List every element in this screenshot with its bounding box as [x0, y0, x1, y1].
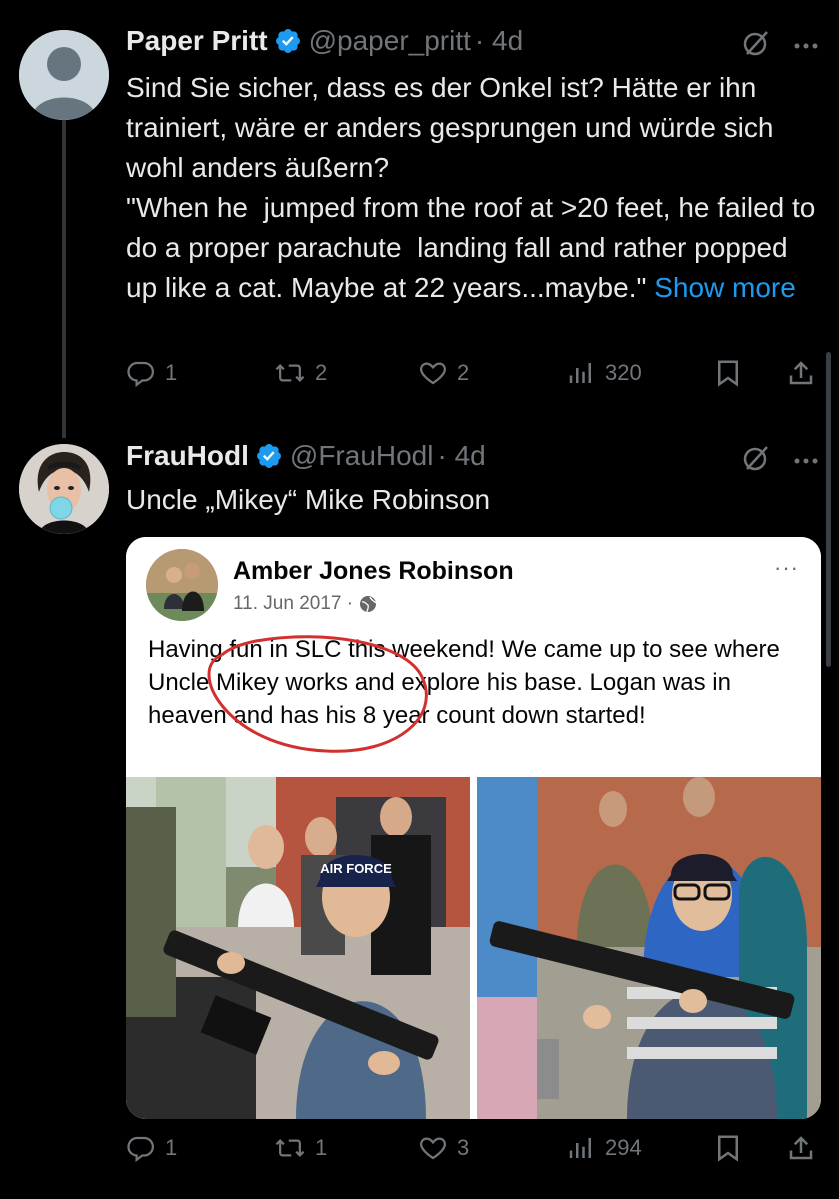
timestamp[interactable]: · 4d	[475, 25, 523, 57]
like-count: 3	[457, 1135, 470, 1160]
bookmark-icon	[718, 360, 738, 387]
tweet-actions: 1 1 3 294	[126, 1133, 816, 1173]
share-icon	[789, 1136, 813, 1160]
facebook-more-icon: ···	[774, 555, 799, 580]
tweet-text: Uncle „Mikey“ Mike Robinson	[126, 484, 491, 515]
repost-icon	[275, 1139, 305, 1157]
like-count: 2	[457, 360, 470, 385]
share-button[interactable]	[786, 358, 816, 388]
tweet-text: Sind Sie sicher, dass es der Onkel ist? …	[126, 68, 816, 308]
tweet-header: Paper Pritt @paper_pritt · 4d	[126, 25, 523, 57]
tweet-actions: 1 2 2 320	[126, 358, 816, 398]
facebook-avatar	[146, 549, 218, 621]
scrollbar[interactable]	[826, 352, 831, 667]
timestamp[interactable]: · 4d	[437, 440, 485, 472]
handle[interactable]: @FrauHodl	[290, 440, 434, 472]
reply-count: 1	[165, 1135, 178, 1160]
verified-badge-icon[interactable]	[274, 27, 302, 55]
show-more-link[interactable]: Show more	[654, 272, 796, 303]
facebook-post-text: Having fun in SLC this weekend! We came …	[148, 636, 780, 729]
grok-icon[interactable]	[741, 443, 771, 478]
repost-count: 1	[315, 1135, 328, 1160]
tweet-top-icons	[741, 443, 819, 478]
like-icon	[420, 362, 446, 385]
cap-text: AIR FORCE	[320, 861, 392, 876]
reply-button[interactable]: 1	[126, 1133, 177, 1163]
views-icon	[569, 363, 591, 383]
like-button[interactable]: 3	[418, 1133, 469, 1163]
avatar[interactable]	[19, 444, 109, 534]
repost-count: 2	[315, 360, 328, 385]
repost-button[interactable]: 2	[274, 358, 327, 388]
bookmark-button[interactable]	[714, 358, 742, 388]
repost-button[interactable]: 1	[274, 1133, 327, 1163]
verified-badge-icon[interactable]	[255, 442, 283, 470]
like-button[interactable]: 2	[418, 358, 469, 388]
reply-count: 1	[165, 360, 178, 385]
globe-icon	[360, 596, 377, 613]
attached-image[interactable]: Amber Jones Robinson 11. Jun 2017 · ··· …	[126, 537, 821, 1119]
views-count: 294	[605, 1135, 642, 1160]
more-icon[interactable]	[793, 452, 819, 470]
reply-icon	[127, 1136, 155, 1163]
reply-icon	[127, 361, 155, 388]
views-button[interactable]: 320	[566, 358, 642, 388]
views-button[interactable]: 294	[566, 1133, 642, 1163]
more-icon[interactable]	[793, 37, 819, 55]
grok-icon[interactable]	[741, 28, 771, 63]
display-name[interactable]: FrauHodl	[126, 440, 249, 472]
facebook-author: Amber Jones Robinson	[233, 557, 514, 585]
tweet-top-icons	[741, 28, 819, 63]
photo-right	[477, 777, 821, 1119]
share-button[interactable]	[786, 1133, 816, 1163]
bookmark-icon	[718, 1135, 738, 1162]
views-count: 320	[605, 360, 642, 385]
facebook-date-text: 11. Jun 2017 ·	[233, 593, 354, 614]
repost-icon	[275, 364, 305, 382]
views-icon	[569, 1138, 591, 1158]
share-icon	[789, 361, 813, 385]
tweet-header: FrauHodl @FrauHodl · 4d	[126, 440, 486, 472]
like-icon	[420, 1137, 446, 1160]
reply-button[interactable]: 1	[126, 358, 177, 388]
photo-left: AIR FORCE	[126, 777, 470, 1119]
handle[interactable]: @paper_pritt	[309, 25, 471, 57]
tweet-body: Sind Sie sicher, dass es der Onkel ist? …	[126, 72, 816, 303]
facebook-post-header: Amber Jones Robinson 11. Jun 2017 · ··· …	[126, 537, 821, 777]
avatar[interactable]	[19, 30, 109, 120]
bookmark-button[interactable]	[714, 1133, 742, 1163]
facebook-date: 11. Jun 2017 ·	[233, 593, 377, 615]
display-name[interactable]: Paper Pritt	[126, 25, 268, 57]
